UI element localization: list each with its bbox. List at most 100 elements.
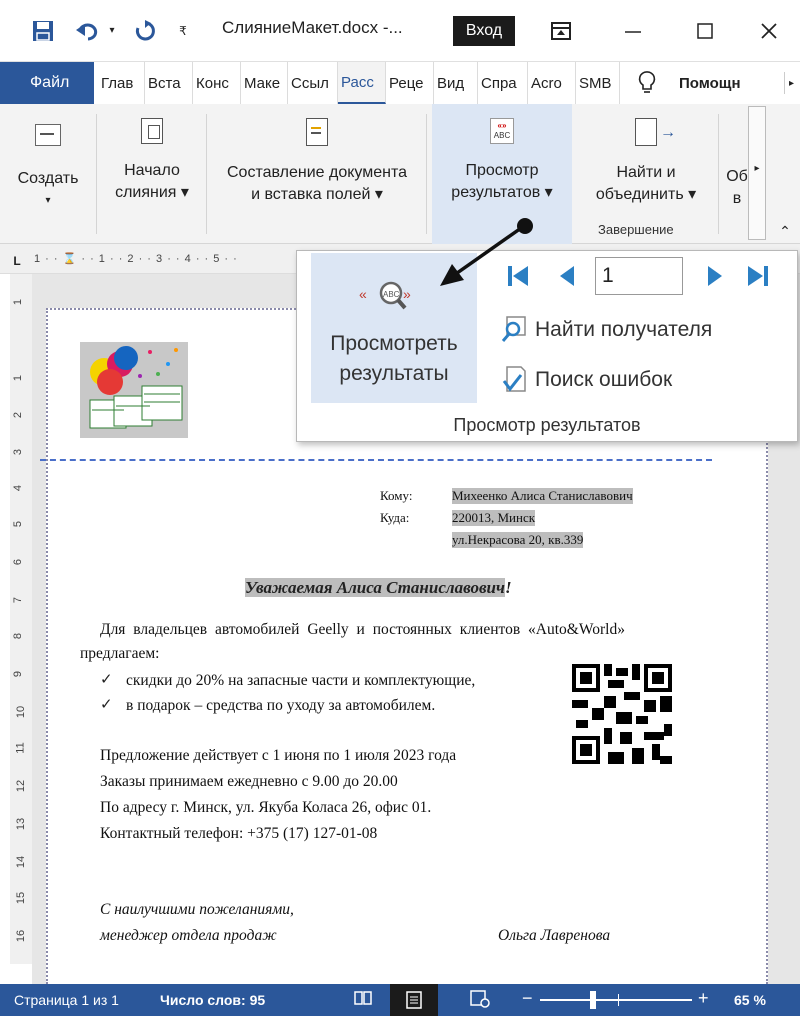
finish-line2: объединить ▾ (595, 186, 697, 203)
vruler-number: 7 (12, 596, 25, 604)
greeting-punct: ! (504, 578, 512, 597)
checkmark-icon: ✓ (100, 671, 113, 688)
order-hours: Заказы принимаем ежедневно с 9.00 до 20.… (100, 773, 398, 790)
undo-icon[interactable] (74, 18, 102, 44)
vruler-number: 6 (12, 558, 25, 566)
to-label: Кому: (380, 488, 413, 503)
vruler-number: 4 (12, 484, 25, 492)
svg-text:ABC: ABC (383, 290, 400, 299)
bullet-1: скидки до 20% на запасные части и компле… (126, 672, 476, 689)
next-record-icon[interactable] (701, 261, 731, 291)
save-icon[interactable] (30, 18, 56, 44)
greeting-field[interactable]: Уважаемая Алиса Станиславович (245, 578, 505, 597)
find-recipient-label: Найти получателя (535, 318, 713, 341)
greeting-line: Уважаемая Алиса Станиславович! (245, 578, 512, 598)
create-dropdown-icon: ▾ (45, 195, 51, 206)
vertical-ruler: 1 1 2 3 4 5 6 7 8 9 10 11 12 13 14 15 16 (10, 274, 32, 964)
zoom-slider-thumb[interactable] (590, 991, 596, 1009)
tab-help-ref[interactable]: Спра (478, 62, 528, 104)
preview-big-line1: Просмотреть (330, 332, 458, 355)
title-bar: ▾ ₹ СлияниеМакет.docx -... Вход (0, 0, 800, 62)
find-recipient-button[interactable]: Найти получателя (501, 313, 712, 347)
tab-mailings[interactable]: Расс (338, 62, 386, 104)
finish-line1: Найти и (616, 164, 676, 181)
zoom-in-icon[interactable]: + (698, 988, 709, 1009)
tab-layout[interactable]: Маке (241, 62, 288, 104)
tab-smb[interactable]: SMB (576, 62, 620, 104)
collapse-ribbon-icon[interactable]: ⌃ (776, 222, 794, 240)
zoom-out-icon[interactable]: − (522, 988, 533, 1009)
vruler-number: 1 (12, 374, 25, 382)
ruler-scale: 1 · · ⌛ · · 1 · · 2 · · 3 · · 4 · · 5 · … (34, 253, 238, 265)
signin-button[interactable]: Вход (453, 16, 515, 46)
close-icon[interactable] (756, 18, 782, 44)
header-divider (40, 459, 712, 461)
vruler-number: 16 (15, 929, 28, 943)
check-errors-label: Поиск ошибок (535, 368, 673, 391)
vruler-number: 15 (15, 891, 28, 905)
preview-results-big-label: Просмотреть результаты (311, 329, 477, 389)
ribbon-separator (426, 114, 427, 234)
vruler-number: 10 (15, 705, 28, 719)
to-field[interactable]: Михеенко Алиса Станиславович (452, 488, 633, 504)
web-layout-icon[interactable] (470, 990, 490, 1011)
intro-line2: предлагаем: (80, 645, 160, 662)
last-record-icon[interactable] (743, 261, 773, 291)
read-mode-icon[interactable] (354, 990, 372, 1009)
vruler-number: 12 (15, 779, 28, 793)
tab-design[interactable]: Конс (193, 62, 241, 104)
undo-dropdown-icon[interactable]: ▾ (106, 22, 118, 38)
closing-line1: С наилучшими пожеланиями, (100, 901, 294, 918)
page-counter[interactable]: Страница 1 из 1 (14, 992, 119, 1008)
create-icon (35, 124, 61, 146)
ribbon-separator (96, 114, 97, 234)
tab-selector-icon[interactable]: L (10, 254, 24, 268)
more-line2: в (732, 190, 742, 207)
find-recipient-icon (501, 315, 531, 345)
vruler-number: 2 (12, 411, 25, 419)
start-merge-line1: Начало (124, 162, 180, 179)
compose-label: Составление документа и вставка полей ▾ (227, 162, 407, 206)
where-field-line2[interactable]: ул.Некрасова 20, кв.339 (452, 532, 584, 548)
previous-record-icon[interactable] (551, 261, 581, 291)
tab-tell-me[interactable]: Помощн (676, 62, 760, 104)
create-label: Создать ▾ (18, 168, 79, 212)
finish-merge-icon: → (635, 118, 676, 146)
record-number-value: 1 (602, 264, 614, 287)
finish-merge-label: Найти и объединить ▾ (596, 162, 696, 206)
tab-review[interactable]: Реце (386, 62, 434, 104)
intro-line1: Для владельцев автомобилей Geelly и пост… (100, 621, 625, 638)
print-layout-icon[interactable] (390, 984, 438, 1016)
zoom-level[interactable]: 65 % (734, 992, 766, 1008)
tabs-scroll-right-icon[interactable]: ▸ (784, 72, 798, 94)
zoom-slider[interactable] (540, 999, 692, 1001)
record-number-input[interactable]: 1 (595, 257, 683, 295)
minimize-icon[interactable] (620, 18, 646, 44)
compose-insert-button[interactable]: Составление документа и вставка полей ▾ (212, 104, 422, 244)
tab-view[interactable]: Вид (434, 62, 478, 104)
tab-references[interactable]: Ссыл (288, 62, 338, 104)
maximize-icon[interactable] (692, 18, 718, 44)
tab-acrobat[interactable]: Acro (528, 62, 576, 104)
check-errors-button[interactable]: Поиск ошибок (501, 363, 672, 397)
tab-home[interactable]: Глав (98, 62, 145, 104)
word-count[interactable]: Число слов: 95 (160, 992, 265, 1008)
document-title: СлияниеМакет.docx -... (222, 18, 403, 37)
lightbulb-icon[interactable] (636, 70, 658, 96)
redo-icon[interactable] (132, 18, 158, 44)
where-field-line1[interactable]: 220013, Минск (452, 510, 536, 526)
create-button[interactable]: Создать ▾ (8, 104, 88, 244)
start-merge-line2: слияния ▾ (115, 184, 189, 201)
ribbon-scroll-right-icon[interactable]: ▸ (748, 106, 766, 240)
vruler-number: 5 (12, 520, 25, 528)
tab-file[interactable]: Файл (0, 62, 94, 104)
zoom-slider-center-tick (618, 994, 619, 1006)
customize-toolbar-icon[interactable]: ₹ (176, 22, 190, 40)
tab-insert[interactable]: Вста (145, 62, 193, 104)
annotation-arrow (440, 218, 533, 286)
start-merge-button[interactable]: Начало слияния ▾ (102, 104, 202, 244)
checkmark-icon: ✓ (100, 696, 113, 713)
ribbon-display-icon[interactable] (548, 18, 574, 44)
address-line: По адресу г. Минск, ул. Якуба Коласа 26,… (100, 799, 432, 816)
more-button[interactable]: Об в (726, 104, 748, 244)
